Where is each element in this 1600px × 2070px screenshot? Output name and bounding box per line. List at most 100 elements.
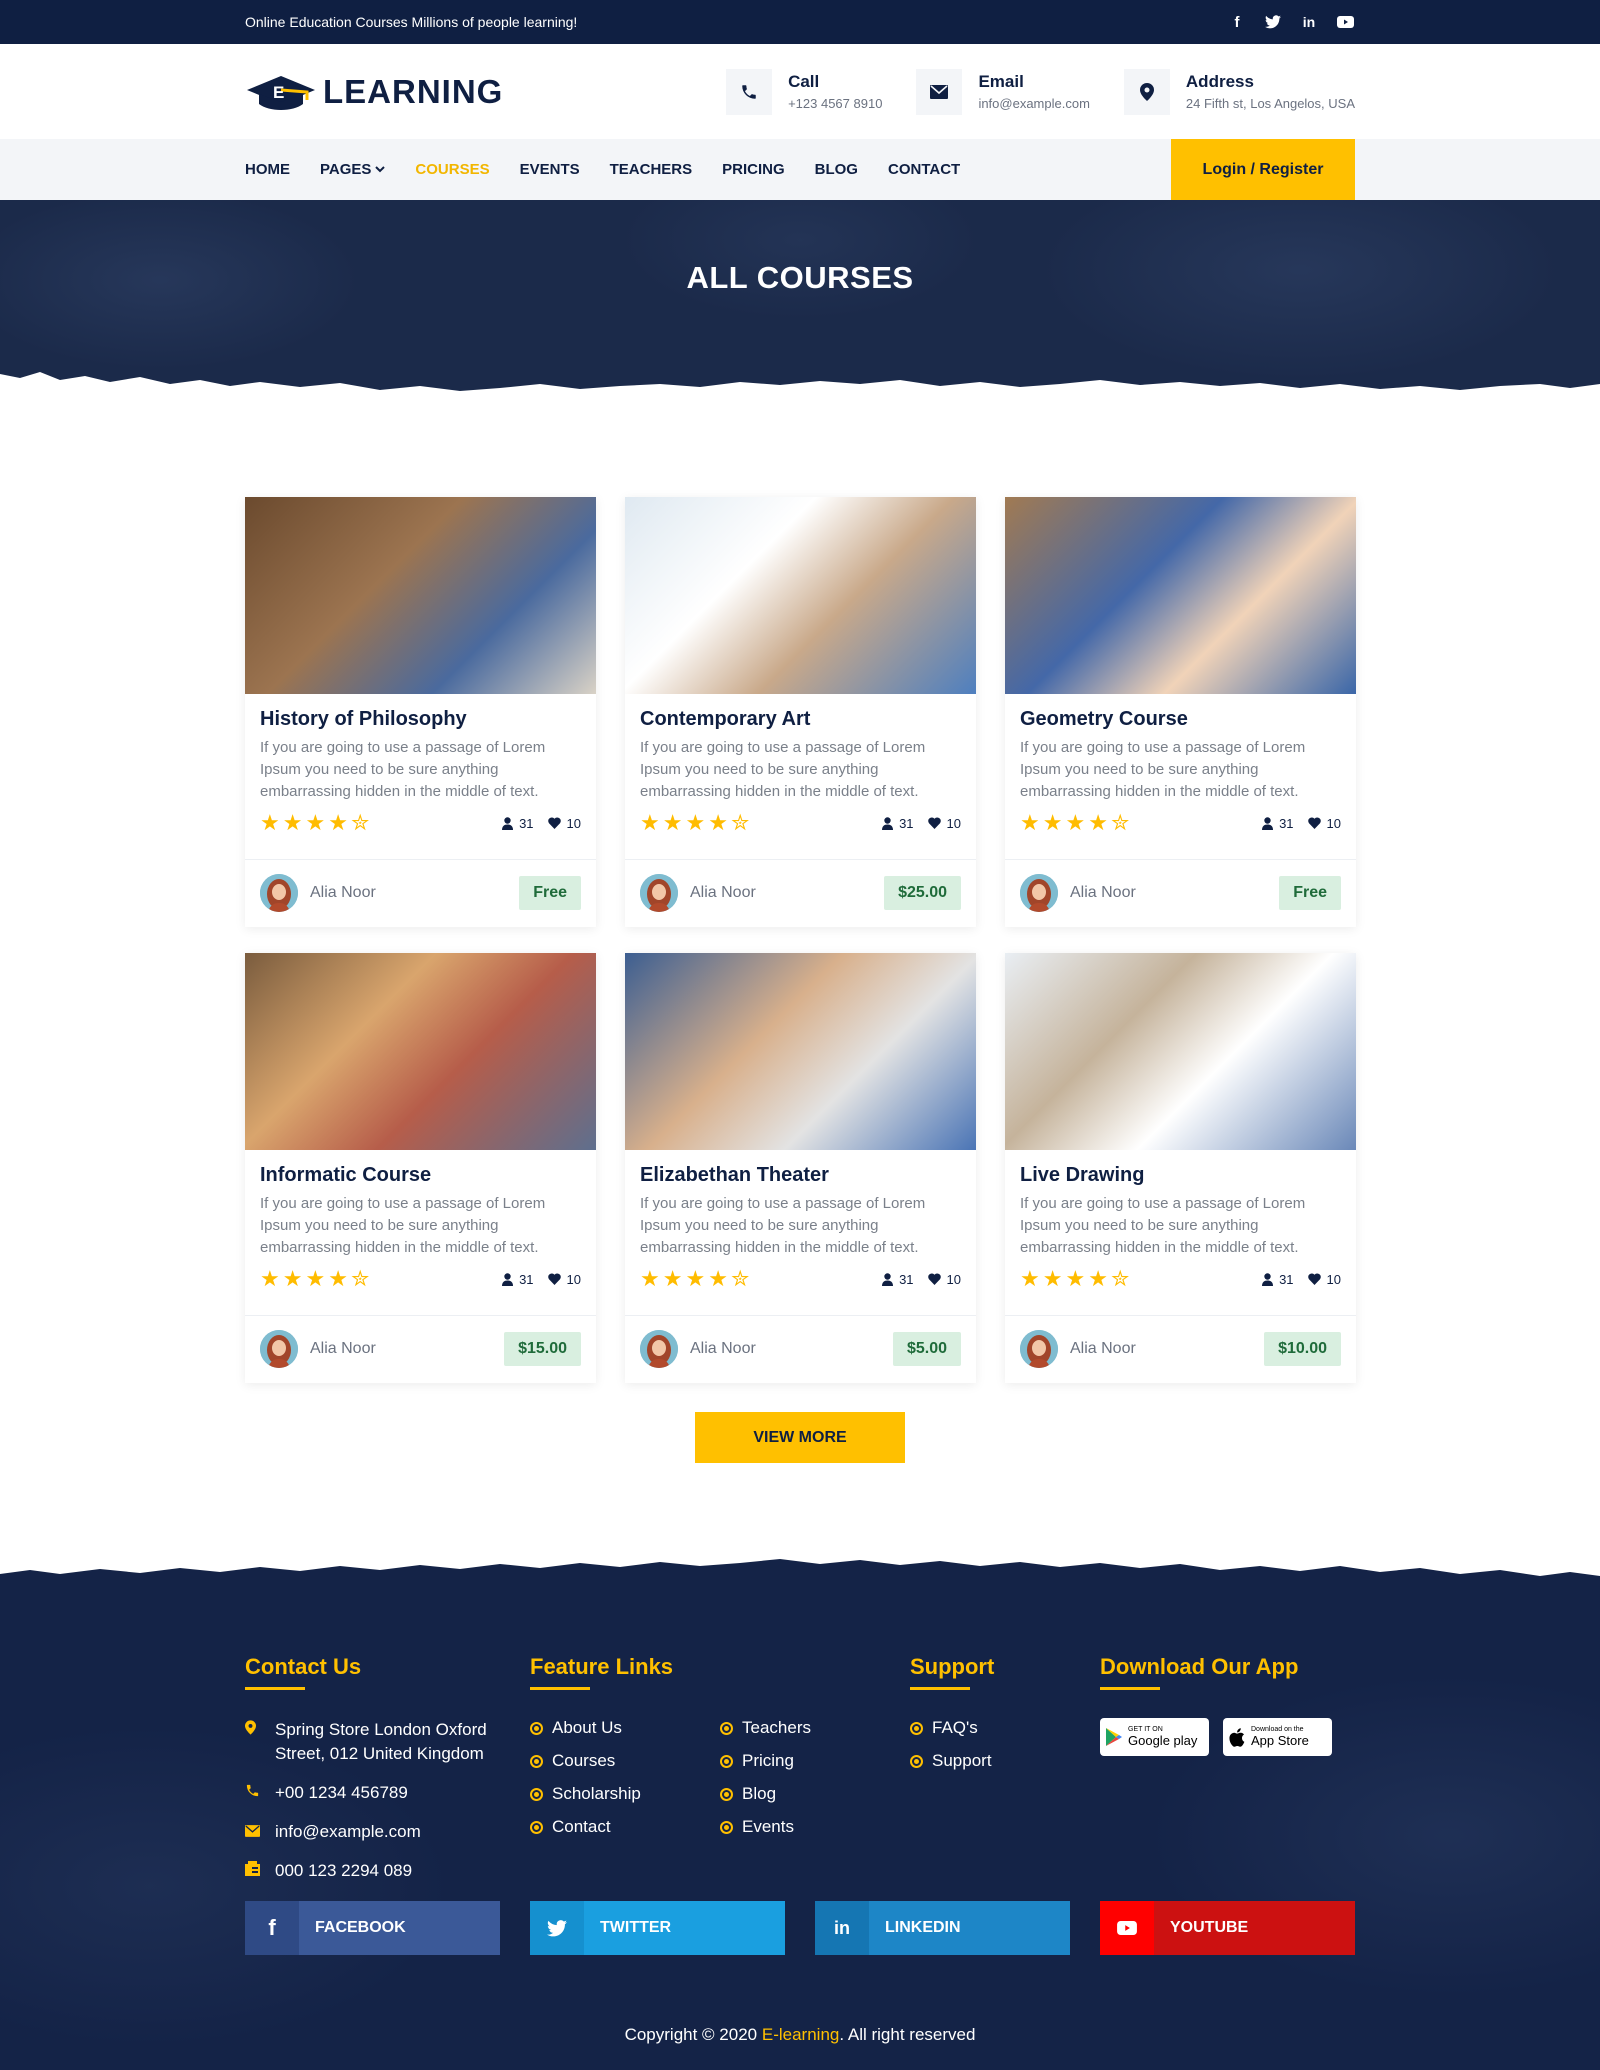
course-author[interactable]: Alia Noor — [260, 1330, 376, 1368]
circle-dot-icon — [530, 1721, 543, 1735]
support-links-list: FAQ's Support — [910, 1718, 1100, 1771]
contact-value[interactable]: info@example.com — [978, 96, 1089, 111]
course-author[interactable]: Alia Noor — [640, 1330, 756, 1368]
footer-email: info@example.com — [245, 1820, 530, 1844]
copyright-brand-link[interactable]: E-learning — [762, 2025, 840, 2044]
star-icon: ★ — [1088, 810, 1108, 835]
course-image[interactable] — [625, 953, 976, 1150]
star-half-icon: ✮ — [350, 1266, 370, 1291]
course-author[interactable]: Alia Noor — [1020, 1330, 1136, 1368]
course-author[interactable]: Alia Noor — [640, 874, 756, 912]
circle-dot-icon — [720, 1754, 733, 1768]
star-icon: ★ — [685, 810, 706, 835]
course-image[interactable] — [245, 953, 596, 1150]
footer-link[interactable]: About Us — [530, 1718, 720, 1738]
app-store-badge[interactable]: Download on the App Store — [1223, 1718, 1332, 1756]
course-card[interactable]: Elizabethan Theater If you are going to … — [625, 953, 976, 1383]
footer-link[interactable]: Events — [720, 1817, 890, 1837]
nav-item-pages[interactable]: PAGES — [320, 161, 386, 178]
course-title[interactable]: History of Philosophy — [260, 708, 581, 731]
view-more-button[interactable]: VIEW MORE — [695, 1412, 905, 1463]
course-meta: ★ ★ ★ ★ ✮ 31 10 — [260, 812, 581, 834]
contact-title: Email — [978, 72, 1024, 91]
course-counts: 31 10 — [502, 1272, 581, 1287]
envelope-icon — [245, 1820, 263, 1844]
course-card[interactable]: Informatic Course If you are going to us… — [245, 953, 596, 1383]
course-title[interactable]: Informatic Course — [260, 1164, 581, 1187]
login-register-button[interactable]: Login / Register — [1171, 139, 1355, 200]
course-card[interactable]: Live Drawing If you are going to use a p… — [1005, 953, 1356, 1383]
linkedin-button[interactable]: in LINKEDIN — [815, 1901, 1070, 1955]
logo[interactable]: E LEARNING — [245, 72, 503, 112]
nav-item-courses[interactable]: COURSES — [415, 161, 489, 178]
footer-link[interactable]: Scholarship — [530, 1784, 720, 1804]
footer-columns: Contact Us Spring Store London Oxford St… — [245, 1654, 1355, 1898]
email-text[interactable]: info@example.com — [275, 1820, 421, 1844]
avatar — [1020, 1330, 1058, 1368]
address-text: Spring Store London Oxford Street, 012 U… — [275, 1720, 487, 1763]
rating-stars: ★ ★ ★ ★ ✮ — [640, 1268, 749, 1290]
circle-dot-icon — [910, 1754, 923, 1768]
facebook-icon[interactable]: f — [1227, 13, 1247, 31]
star-half-icon: ✮ — [730, 810, 750, 835]
facebook-button[interactable]: f FACEBOOK — [245, 1901, 500, 1955]
linkedin-icon[interactable]: in — [1299, 13, 1319, 31]
course-card[interactable]: Contemporary Art If you are going to use… — [625, 497, 976, 927]
course-author[interactable]: Alia Noor — [260, 874, 376, 912]
likes-count: 10 — [1307, 815, 1341, 831]
avatar — [640, 1330, 678, 1368]
course-title[interactable]: Geometry Course — [1020, 708, 1341, 731]
header-contacts: Call +123 4567 8910 Email info@example.c… — [726, 68, 1355, 115]
course-card[interactable]: History of Philosophy If you are going t… — [245, 497, 596, 927]
copyright: Copyright © 2020 E-learning. All right r… — [624, 2025, 976, 2044]
contact-value: 24 Fifth st, Los Angelos, USA — [1185, 96, 1355, 111]
youtube-button[interactable]: YOUTUBE — [1100, 1901, 1355, 1955]
heart-icon — [1307, 817, 1321, 829]
contact-value: +123 4567 8910 — [788, 96, 883, 111]
footer-link[interactable]: FAQ's — [910, 1718, 1100, 1738]
course-image[interactable] — [1005, 497, 1356, 694]
heart-icon — [927, 1273, 941, 1285]
course-image[interactable] — [245, 497, 596, 694]
students-value: 31 — [519, 1271, 534, 1287]
nav-item-home[interactable]: HOME — [245, 161, 290, 178]
rating-stars: ★ ★ ★ ★ ✮ — [1020, 810, 1129, 835]
rating-stars: ★ ★ ★ ★ ✮ — [640, 810, 750, 835]
page-title: ALL COURSES — [686, 260, 914, 295]
user-icon — [502, 1272, 514, 1286]
youtube-icon[interactable] — [1335, 13, 1355, 31]
footer-link[interactable]: Teachers — [720, 1718, 890, 1738]
circle-dot-icon — [530, 1754, 543, 1768]
course-card[interactable]: Geometry Course If you are going to use … — [1005, 497, 1356, 927]
course-title[interactable]: Elizabethan Theater — [640, 1164, 961, 1187]
likes-value: 10 — [1326, 815, 1341, 831]
course-title[interactable]: Live Drawing — [1020, 1164, 1341, 1187]
footer-social-buttons: f FACEBOOK TWITTER in LINKEDIN YOUTUBE — [245, 1901, 1355, 1955]
twitter-icon[interactable] — [1263, 13, 1283, 31]
nav-item-contact[interactable]: CONTACT — [888, 161, 960, 178]
footer-link[interactable]: Support — [910, 1751, 1100, 1771]
course-image[interactable] — [1005, 953, 1356, 1150]
author-name: Alia Noor — [310, 884, 376, 901]
twitter-button[interactable]: TWITTER — [530, 1901, 785, 1955]
students-count: 31 — [1262, 1272, 1294, 1287]
footer-fax: 000 123 2294 089 — [245, 1859, 530, 1883]
course-title[interactable]: Contemporary Art — [640, 708, 961, 731]
google-play-badge[interactable]: GET IT ON Google play — [1100, 1718, 1209, 1756]
course-price: Free — [1279, 876, 1341, 910]
students-value: 31 — [899, 815, 914, 831]
course-image[interactable] — [625, 497, 976, 694]
nav-item-pricing[interactable]: PRICING — [722, 161, 785, 178]
students-value: 31 — [899, 1271, 914, 1287]
course-author[interactable]: Alia Noor — [1020, 874, 1136, 912]
footer-link[interactable]: Contact — [530, 1817, 720, 1837]
course-footer: Alia Noor $10.00 — [1005, 1316, 1356, 1382]
phone-text[interactable]: +00 1234 456789 — [275, 1781, 408, 1805]
nav-item-blog[interactable]: BLOG — [815, 161, 858, 178]
footer-link[interactable]: Blog — [720, 1784, 890, 1804]
nav-item-events[interactable]: EVENTS — [520, 161, 580, 178]
footer-link[interactable]: Courses — [530, 1751, 720, 1771]
star-icon: ★ — [1088, 1266, 1108, 1291]
footer-link[interactable]: Pricing — [720, 1751, 890, 1771]
nav-item-teachers[interactable]: TEACHERS — [610, 161, 693, 178]
